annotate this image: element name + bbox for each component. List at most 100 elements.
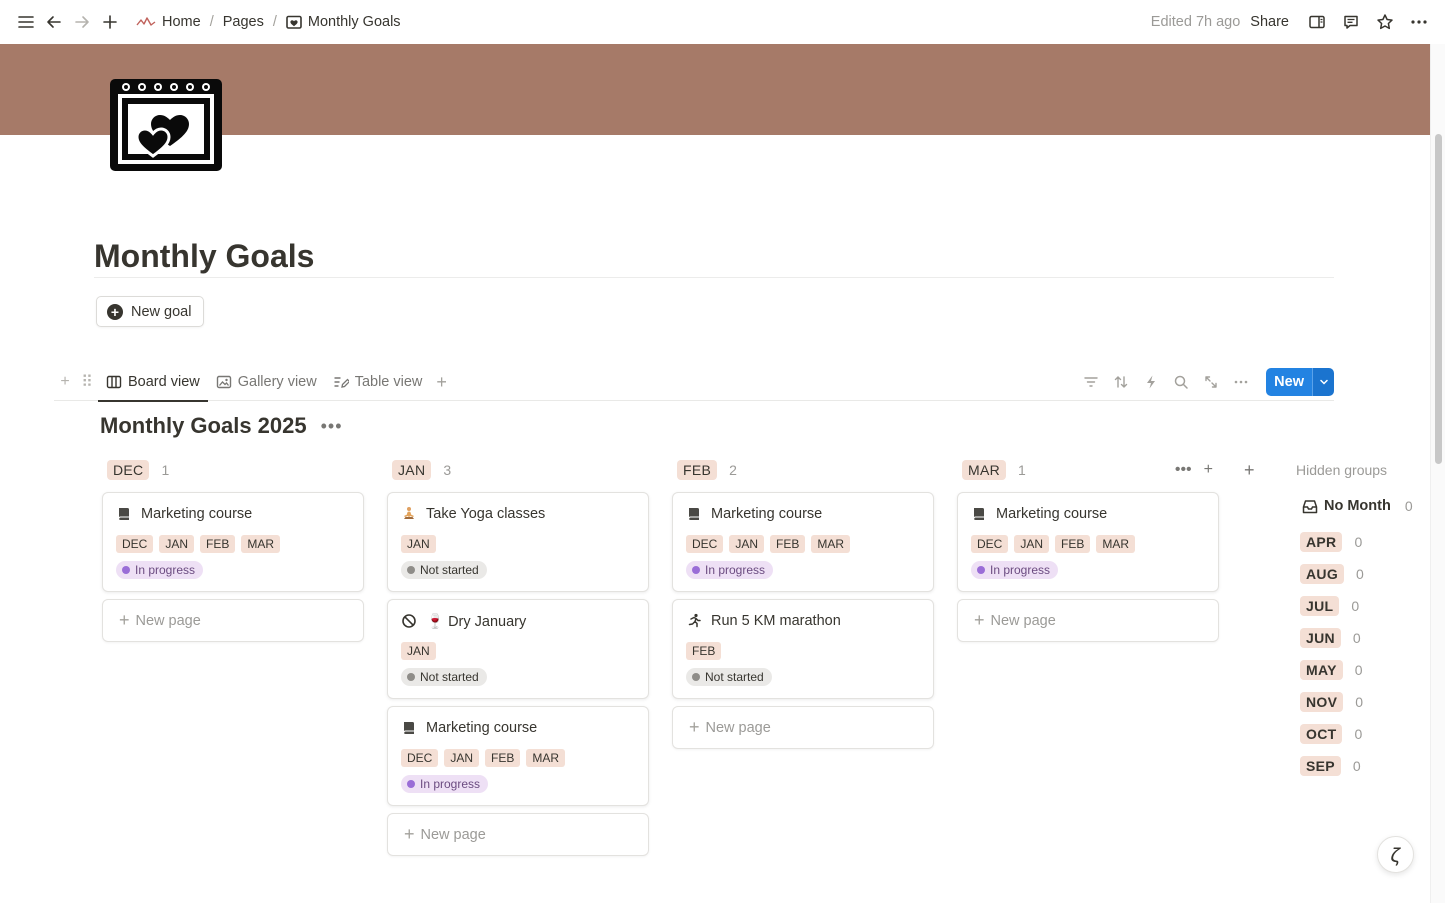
side-peek-icon[interactable]	[1303, 8, 1331, 36]
sort-icon[interactable]	[1110, 371, 1132, 393]
hidden-group-count: 0	[1354, 662, 1363, 678]
hidden-group-may[interactable]: MAY 0	[1296, 654, 1413, 686]
status-dot	[977, 566, 985, 574]
status-label: Not started	[705, 670, 764, 684]
search-icon[interactable]	[1170, 371, 1192, 393]
board-title-text[interactable]: Monthly Goals 2025	[100, 413, 307, 439]
column-header[interactable]: JAN 3	[387, 458, 649, 482]
card-month-tags: DEC JAN FEB MAR	[116, 535, 351, 553]
column-add-icon[interactable]: +	[1204, 461, 1213, 479]
help-assistant-icon[interactable]: 𝜁	[1377, 836, 1414, 873]
board-card[interactable]: Marketing course DEC JAN FEB MAR In progress	[957, 492, 1219, 592]
view-more-icon[interactable]	[1230, 371, 1252, 393]
plus-icon: +	[119, 610, 130, 630]
new-goal-label: New goal	[131, 303, 192, 320]
hidden-group-nov[interactable]: NOV 0	[1296, 686, 1413, 718]
board-card[interactable]: Marketing course DEC JAN FEB MAR In progress	[387, 706, 649, 806]
comments-icon[interactable]	[1337, 8, 1365, 36]
plus-icon: +	[974, 610, 985, 630]
new-page-button[interactable]: + New page	[387, 813, 649, 856]
tab-board-view[interactable]: Board view	[98, 364, 208, 402]
hidden-group-sep[interactable]: SEP 0	[1296, 750, 1413, 782]
drag-handle-icon[interactable]: ⠿	[76, 372, 98, 392]
board-column-2: FEB 2 Marketing course DEC JAN FEB MAR In progr…	[672, 458, 934, 749]
board-icon	[106, 375, 122, 389]
filter-icon[interactable]	[1080, 371, 1102, 393]
new-goal-button[interactable]: + New goal	[96, 296, 205, 327]
expand-icon[interactable]	[1200, 371, 1222, 393]
favorite-star-icon[interactable]	[1371, 8, 1399, 36]
breadcrumb-current-page[interactable]: Monthly Goals	[282, 12, 405, 32]
column-tools: ••• +	[1175, 461, 1219, 479]
new-page-button[interactable]: + New page	[102, 599, 364, 642]
hidden-group-jun[interactable]: JUN 0	[1296, 622, 1413, 654]
status-label: In progress	[135, 563, 196, 577]
calendar-heart-page-icon[interactable]	[108, 76, 224, 174]
column-more-icon[interactable]: •••	[1175, 461, 1192, 479]
tab-board-view-label: Board view	[128, 374, 200, 390]
card-title: 🍷 Dry January	[426, 613, 527, 630]
board-card[interactable]: Run 5 KM marathon FEB Not started	[672, 599, 934, 699]
plus-icon: +	[404, 824, 415, 844]
plus-circle-icon: +	[107, 303, 123, 320]
book-icon	[116, 506, 132, 522]
new-page-button[interactable]: + New page	[957, 599, 1219, 642]
card-title-row: Marketing course	[116, 503, 351, 525]
add-view-icon[interactable]: +	[430, 372, 453, 393]
board-card[interactable]: Take Yoga classes JAN Not started	[387, 492, 649, 592]
breadcrumb-pages[interactable]: Pages	[219, 12, 268, 32]
book-icon	[401, 720, 417, 736]
board-card[interactable]: 🍷 Dry January JAN Not started	[387, 599, 649, 699]
page-scrollbar[interactable]	[1430, 44, 1445, 903]
column-header[interactable]: DEC 1	[102, 458, 364, 482]
status-dot	[407, 780, 415, 788]
month-tag: FEB	[200, 535, 236, 553]
hidden-group-month-tag: JUN	[1300, 628, 1341, 648]
hidden-group-aug[interactable]: AUG 0	[1296, 558, 1413, 590]
column-count: 1	[1018, 462, 1026, 478]
add-block-icon[interactable]: +	[54, 373, 76, 391]
column-month-tag: DEC	[107, 460, 150, 480]
hidden-groups-title: Hidden groups	[1296, 462, 1388, 478]
board-card[interactable]: Marketing course DEC JAN FEB MAR In progress	[672, 492, 934, 592]
board-card[interactable]: Marketing course DEC JAN FEB MAR In progress	[102, 492, 364, 592]
title-divider	[94, 277, 1334, 278]
column-month-tag: FEB	[677, 460, 718, 480]
hidden-group-oct[interactable]: OCT 0	[1296, 718, 1413, 750]
hidden-group-count: 0	[1354, 726, 1363, 742]
new-page-button[interactable]: + New page	[672, 706, 934, 749]
forward-arrow-icon[interactable]	[68, 8, 96, 36]
status-badge: In progress	[116, 561, 204, 579]
more-options-icon[interactable]	[1405, 8, 1433, 36]
board-title-more-icon[interactable]: •••	[321, 416, 343, 437]
hidden-group-jul[interactable]: JUL 0	[1296, 590, 1413, 622]
status-label: Not started	[420, 563, 479, 577]
card-title-row: Marketing course	[971, 503, 1206, 525]
status-badge: In progress	[401, 775, 489, 793]
sidebar-menu-icon[interactable]	[12, 8, 40, 36]
hidden-group-month-tag: MAY	[1300, 660, 1343, 680]
back-arrow-icon[interactable]	[40, 8, 68, 36]
status-dot	[122, 566, 130, 574]
status-dot	[692, 566, 700, 574]
column-header[interactable]: FEB 2	[672, 458, 934, 482]
hidden-group-apr[interactable]: APR 0	[1296, 526, 1413, 558]
new-entry-dropdown[interactable]	[1312, 368, 1334, 396]
add-group-icon[interactable]: +	[1244, 460, 1255, 481]
hidden-group-count: 0	[1351, 598, 1360, 614]
gallery-icon	[216, 375, 231, 389]
tab-table-view[interactable]: Table view	[325, 364, 431, 401]
page-title[interactable]: Monthly Goals	[94, 238, 314, 275]
share-button[interactable]: Share	[1250, 14, 1289, 30]
automation-bolt-icon[interactable]	[1140, 371, 1162, 393]
month-tag: MAR	[526, 749, 566, 767]
card-title: Marketing course	[711, 506, 823, 522]
tab-gallery-view[interactable]: Gallery view	[208, 364, 325, 401]
status-badge: Not started	[401, 668, 487, 686]
scrollbar-thumb[interactable]	[1435, 134, 1442, 464]
column-header[interactable]: MAR 1 ••• +	[957, 458, 1219, 482]
new-entry-button[interactable]: New	[1266, 368, 1312, 396]
new-page-plus-icon[interactable]	[96, 8, 124, 36]
hidden-group-no-month[interactable]: No Month 0	[1296, 494, 1413, 518]
breadcrumb-home[interactable]: Home	[132, 12, 205, 32]
